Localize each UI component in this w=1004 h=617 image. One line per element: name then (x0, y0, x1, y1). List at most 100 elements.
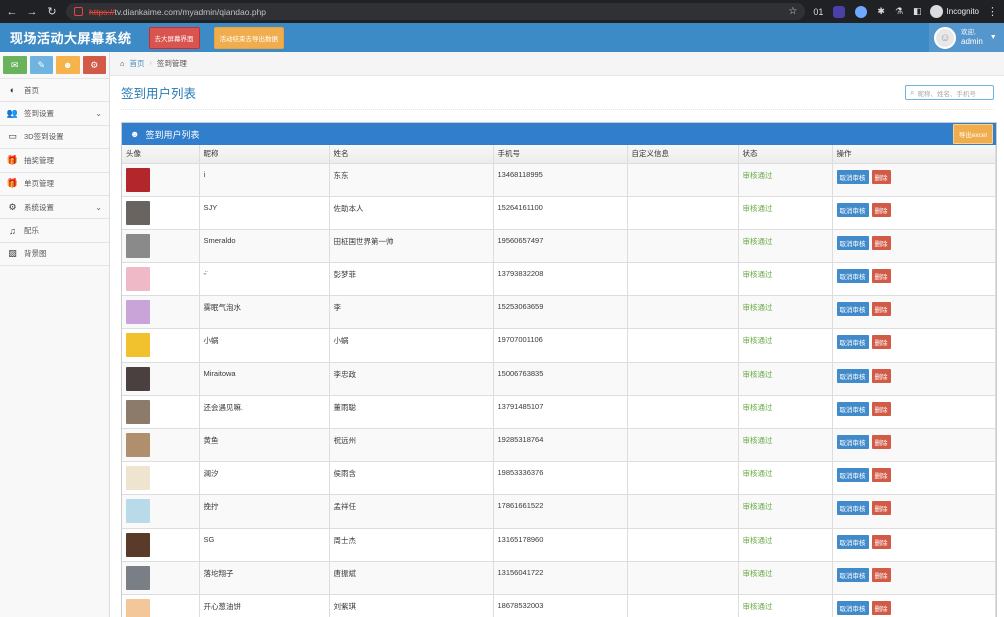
delete-button[interactable]: 删除 (871, 435, 891, 449)
sidepanel-icon[interactable]: ◧ (913, 6, 922, 17)
sidebar-item[interactable]: 🎁 抽奖管理 (0, 149, 109, 173)
export-excel-button[interactable]: 导出excel (952, 124, 993, 144)
sidebar-item[interactable]: ◐ 首页 (0, 79, 109, 103)
status-cell: 审核通过 (738, 163, 833, 197)
nickname-cell: Miraitowa (199, 362, 330, 396)
delete-button[interactable]: 删除 (871, 169, 891, 184)
delete-button[interactable]: 删除 (871, 235, 891, 250)
actions-cell: 取消审核 删除 (832, 395, 996, 430)
cancel-approval-button[interactable]: 取消审核 (836, 534, 869, 549)
puzzle-icon[interactable]: ✱ (877, 6, 885, 17)
extension-icon[interactable] (855, 5, 868, 18)
breadcrumb-current: 签到管理 (156, 59, 187, 68)
user-menu[interactable]: ☺ 欢迎, admin ▼ (929, 23, 1004, 52)
cancel-approval-button[interactable]: 取消审核 (836, 235, 869, 250)
export-data-button[interactable]: 活动结束去导出数据 (213, 26, 285, 49)
nickname-cell: 挽拧 (199, 494, 330, 529)
sidebar-item-label: 配乐 (24, 226, 39, 236)
sidebar-item[interactable]: ▨ 背景图 (0, 242, 109, 267)
cancel-approval-button[interactable]: 取消审核 (836, 567, 869, 582)
reload-icon[interactable]: ↻ (46, 6, 58, 18)
custom-info-cell (627, 428, 739, 463)
users-icon: 👥 (6, 108, 19, 119)
delete-button[interactable]: 删除 (871, 401, 891, 416)
status-cell: 审核通过 (738, 594, 833, 617)
sidebar-item[interactable]: 👥 签到设置 ⌄ (0, 102, 109, 126)
browser-menu-icon[interactable]: ⋮ (987, 5, 998, 18)
sidebar-item[interactable]: ⚙ 系统设置 ⌄ (0, 195, 109, 220)
cancel-approval-button[interactable]: 取消审核 (836, 302, 869, 317)
actions-cell: 取消审核 删除 (832, 229, 996, 264)
incognito-indicator[interactable]: Incognito (929, 5, 979, 18)
table-row: 澜汐 侯雨含 19853336376 审核通过 取消审核 删除 (122, 461, 996, 496)
name-cell: 董雨聪 (329, 395, 494, 430)
actions-cell: 取消审核 删除 (832, 362, 996, 396)
breadcrumb-home[interactable]: 首页 (130, 58, 145, 69)
delete-button[interactable]: 删除 (871, 335, 891, 350)
custom-info-cell (627, 561, 739, 595)
widget-header: ☻ 签到用户列表 导出excel (122, 123, 996, 145)
cancel-approval-button[interactable]: 取消审核 (836, 600, 869, 615)
delete-button[interactable]: 删除 (871, 501, 891, 516)
nickname-cell: i (199, 163, 330, 197)
column-header: 姓名 (329, 145, 494, 164)
delete-button[interactable]: 删除 (871, 368, 891, 383)
phone-cell: 15006763835 (493, 362, 628, 396)
avatar-cell (122, 428, 200, 463)
delete-button[interactable]: 删除 (871, 468, 891, 483)
status-cell: 审核通过 (738, 328, 833, 363)
sidebar-item[interactable]: ▭ 3D签到设置 (0, 125, 109, 150)
delete-button[interactable]: 删除 (871, 269, 891, 284)
avatar-cell (122, 328, 200, 363)
extension-counter[interactable]: 01 (813, 7, 823, 17)
sidebar-item[interactable]: ♫ 配乐 (0, 219, 109, 243)
big-screen-button[interactable]: 去大屏幕界面 (148, 26, 200, 49)
avatar-cell (122, 295, 200, 330)
nickname-cell: 澜汐 (199, 461, 330, 496)
table-row: Miraitowa 李忠政 15006763835 审核通过 取消审核 删除 (122, 362, 996, 396)
cancel-approval-button[interactable]: 取消审核 (836, 435, 869, 449)
pencil-icon[interactable]: ✎ (29, 56, 53, 74)
cancel-approval-button[interactable]: 取消审核 (836, 468, 869, 483)
delete-button[interactable]: 删除 (871, 534, 891, 549)
cancel-approval-button[interactable]: 取消审核 (836, 401, 869, 416)
address-bar[interactable]: https://tv.diankaime.com/myadmin/qiandao… (66, 3, 806, 20)
custom-info-cell (627, 163, 739, 197)
sidebar-item[interactable]: 🎁 单页管理 (0, 172, 109, 196)
users-table: 头像 昵称 姓名 手机号 自定义信息 状态 操作 i 东东 13468118995 审核通过 取消审… (122, 145, 996, 617)
extension-icon[interactable] (833, 5, 846, 18)
forward-icon[interactable]: → (26, 6, 38, 18)
incognito-icon (929, 5, 943, 18)
phone-cell: 13156041722 (493, 561, 628, 595)
back-icon[interactable]: ← (6, 6, 18, 18)
avatar (126, 200, 150, 225)
comment-icon[interactable]: ✉ (3, 56, 27, 74)
nickname-cell: SJY (199, 196, 330, 230)
column-header: 状态 (738, 145, 833, 164)
custom-info-cell (627, 494, 739, 529)
custom-info-cell (627, 594, 739, 617)
cancel-approval-button[interactable]: 取消审核 (836, 269, 869, 284)
flask-icon[interactable]: ⚗ (895, 6, 903, 17)
avatar-cell (122, 561, 200, 595)
cancel-approval-button[interactable]: 取消审核 (836, 335, 869, 350)
delete-button[interactable]: 删除 (871, 202, 891, 217)
delete-button[interactable]: 删除 (871, 567, 891, 582)
page-header: 签到用户列表 ⌕ 昵称、姓名、手机号 (121, 76, 994, 110)
delete-button[interactable]: 删除 (871, 302, 891, 317)
actions-cell: 取消审核 删除 (832, 163, 996, 197)
avatar (126, 466, 150, 491)
cancel-approval-button[interactable]: 取消审核 (836, 368, 869, 383)
cancel-approval-button[interactable]: 取消审核 (836, 169, 869, 184)
cogs-icon[interactable]: ⚙ (82, 56, 106, 74)
users-icon[interactable]: ☻ (56, 56, 80, 74)
status-cell: 审核通过 (738, 295, 833, 330)
delete-button[interactable]: 删除 (871, 600, 891, 615)
insecure-lock-icon[interactable] (74, 7, 83, 16)
sidebar-item-label: 抽奖管理 (24, 155, 54, 165)
actions-cell: 取消审核 删除 (832, 561, 996, 595)
bookmark-star-icon[interactable]: ☆ (788, 6, 797, 17)
cancel-approval-button[interactable]: 取消审核 (836, 501, 869, 516)
cancel-approval-button[interactable]: 取消审核 (836, 202, 869, 217)
search-input[interactable]: ⌕ 昵称、姓名、手机号 (905, 85, 994, 100)
